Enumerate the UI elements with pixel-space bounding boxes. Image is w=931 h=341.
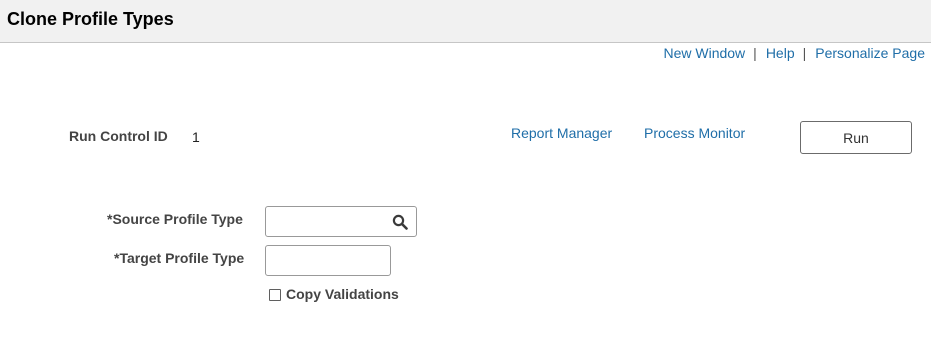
copy-validations-checkbox[interactable]	[269, 289, 281, 301]
source-profile-type-field	[265, 206, 417, 237]
run-button[interactable]: Run	[800, 121, 912, 154]
page-links: New Window | Help | Personalize Page	[663, 45, 925, 61]
copy-validations-label: Copy Validations	[286, 286, 399, 302]
source-profile-type-label: *Source Profile Type	[107, 211, 243, 227]
title-bar: Clone Profile Types	[0, 0, 931, 43]
report-manager-link[interactable]: Report Manager	[511, 125, 612, 141]
search-icon[interactable]	[392, 214, 408, 230]
target-profile-type-input[interactable]	[266, 246, 390, 275]
target-profile-type-label: *Target Profile Type	[114, 250, 245, 266]
help-link[interactable]: Help	[766, 45, 795, 61]
target-profile-type-field	[265, 245, 391, 276]
personalize-page-link[interactable]: Personalize Page	[815, 45, 925, 61]
run-control-id-value: 1	[192, 129, 200, 145]
page-title: Clone Profile Types	[7, 9, 174, 29]
link-separator: |	[753, 45, 757, 61]
link-separator: |	[802, 45, 807, 61]
new-window-link[interactable]: New Window	[663, 45, 745, 61]
process-monitor-link[interactable]: Process Monitor	[644, 125, 745, 141]
run-control-id-label: Run Control ID	[69, 128, 168, 144]
